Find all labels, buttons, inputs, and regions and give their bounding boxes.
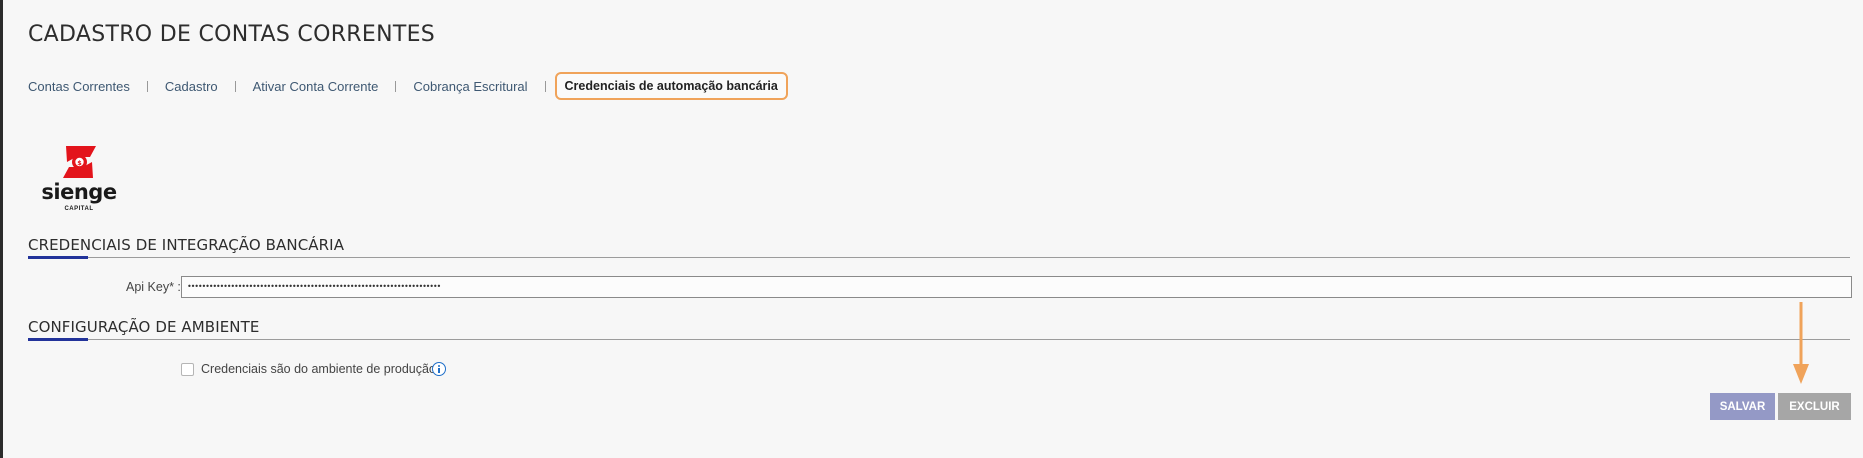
- sienge-capital-logo: $ sienge CAPITAL: [36, 144, 122, 216]
- page-title: CADASTRO DE CONTAS CORRENTES: [28, 22, 436, 47]
- logo-subtitle: CAPITAL: [64, 206, 94, 212]
- production-checkbox-label[interactable]: Credenciais são do ambiente de produção: [201, 362, 436, 376]
- info-icon[interactable]: [432, 362, 446, 376]
- tab-cobranca-escritural[interactable]: Cobrança Escritural: [413, 79, 527, 94]
- tab-bar: Contas Correntes Cadastro Ativar Conta C…: [28, 72, 788, 100]
- production-checkbox[interactable]: [181, 363, 194, 376]
- delete-button[interactable]: EXCLUIR: [1778, 393, 1851, 420]
- api-key-input[interactable]: ••••••••••••••••••••••••••••••••••••••••…: [181, 276, 1852, 298]
- tab-credenciais-automacao[interactable]: Credenciais de automação bancária: [554, 72, 788, 100]
- sienge-symbol-icon: $: [63, 146, 96, 178]
- tab-separator: [234, 80, 236, 92]
- window-edge: [0, 0, 3, 458]
- svg-text:$: $: [77, 159, 82, 167]
- section-title-credentials: CREDENCIAIS DE INTEGRAÇÃO BANCÁRIA: [28, 236, 345, 254]
- tab-separator: [544, 80, 546, 92]
- section-divider: [28, 257, 1850, 258]
- logo-wordmark: sienge: [41, 180, 117, 204]
- section-title-environment: CONFIGURAÇÃO DE AMBIENTE: [28, 318, 260, 336]
- section-divider: [28, 339, 1850, 340]
- save-button[interactable]: SALVAR: [1710, 393, 1775, 420]
- section-accent-bar: [28, 256, 88, 259]
- arrow-down-icon: [1793, 302, 1809, 384]
- tab-cadastro[interactable]: Cadastro: [165, 79, 218, 94]
- tab-separator: [395, 80, 397, 92]
- section-accent-bar: [28, 338, 88, 341]
- tab-contas-correntes[interactable]: Contas Correntes: [28, 79, 130, 94]
- tab-separator: [146, 80, 148, 92]
- api-key-label: Api Key* :: [126, 280, 181, 294]
- tab-ativar-conta-corrente[interactable]: Ativar Conta Corrente: [253, 79, 379, 94]
